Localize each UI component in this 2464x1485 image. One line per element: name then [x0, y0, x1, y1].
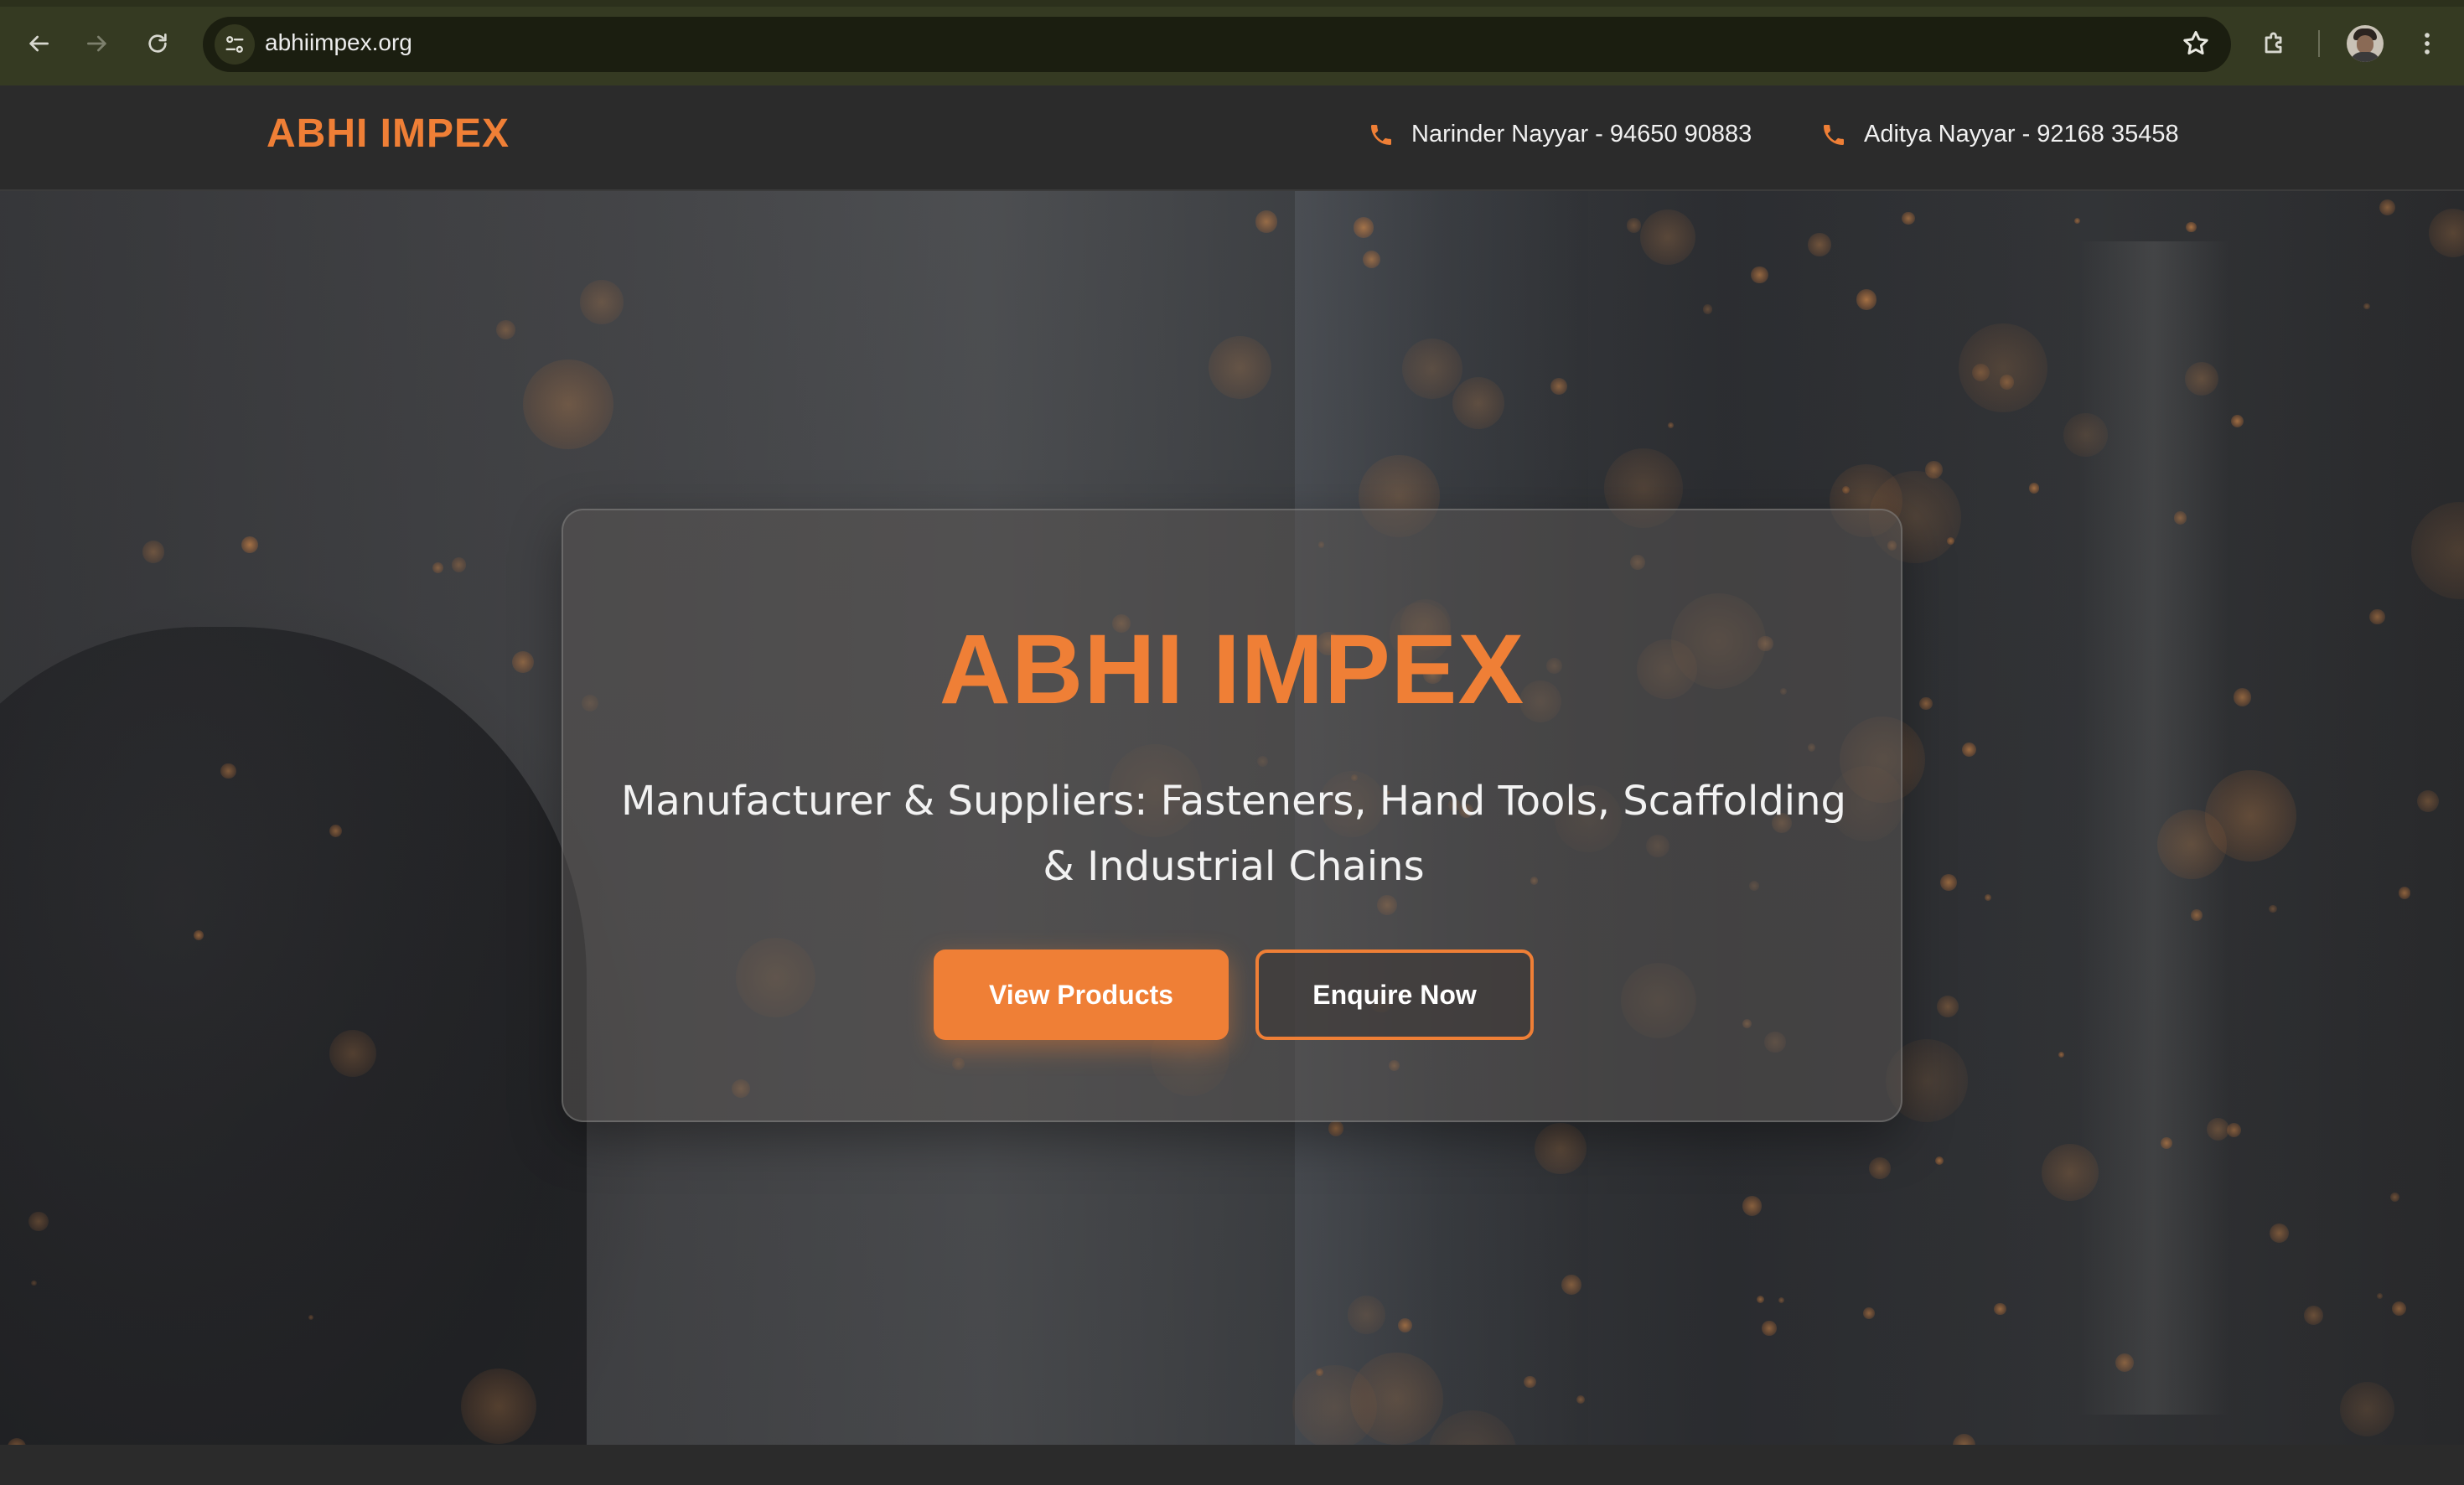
bookmark-button[interactable]	[2181, 28, 2213, 60]
contact-aditya[interactable]: Aditya Nayyar - 92168 35458	[1820, 121, 2179, 148]
forward-button[interactable]	[79, 25, 116, 62]
profile-avatar[interactable]	[2347, 25, 2384, 62]
page-bottom-band	[0, 1445, 2464, 1485]
tab-strip	[0, 0, 2464, 7]
brand-logo[interactable]: ABHI IMPEX	[267, 111, 510, 157]
back-arrow-icon	[29, 35, 49, 52]
toolbar-separator	[2318, 30, 2320, 57]
site-header: ABHI IMPEX Narinder Nayyar - 94650 90883…	[0, 85, 2464, 191]
extensions-button[interactable]	[2256, 25, 2293, 62]
bookmark-star-icon	[2183, 31, 2208, 55]
contact-narinder[interactable]: Narinder Nayyar - 94650 90883	[1368, 121, 1752, 148]
hero-subtitle-line-1: Manufacturer & Suppliers: Fasteners, Han…	[620, 778, 1847, 825]
site-info-icon	[225, 36, 244, 53]
site-info-button[interactable]	[215, 24, 255, 65]
reload-icon	[148, 34, 167, 53]
hero-title: ABHI IMPEX	[939, 614, 1525, 725]
reload-button[interactable]	[139, 25, 176, 62]
forward-arrow-icon	[87, 35, 106, 52]
contact-text: Narinder Nayyar - 94650 90883	[1411, 121, 1752, 147]
phone-icon	[1371, 124, 1391, 145]
browser-menu-button[interactable]	[2409, 25, 2446, 62]
back-button[interactable]	[20, 25, 57, 62]
extensions-puzzle-icon	[2265, 32, 2282, 54]
phone-icon	[1824, 124, 1844, 145]
address-bar[interactable]: abhiimpex.org	[203, 17, 2231, 72]
hero-subtitle: Manufacturer & Suppliers: Fasteners, Han…	[613, 768, 1854, 899]
contact-text: Aditya Nayyar - 92168 35458	[1864, 121, 2179, 147]
hero-subtitle-line-2: & Industrial Chains	[1043, 843, 1425, 890]
view-products-button[interactable]: View Products	[934, 949, 1229, 1040]
hero-card: ABHI IMPEX Manufacturer & Suppliers: Fas…	[562, 509, 1902, 1122]
url-text[interactable]: abhiimpex.org	[265, 29, 412, 56]
browser-toolbar: abhiimpex.org	[0, 0, 2464, 85]
more-vertical-icon	[2425, 33, 2430, 54]
enquire-now-button[interactable]: Enquire Now	[1255, 949, 1534, 1040]
